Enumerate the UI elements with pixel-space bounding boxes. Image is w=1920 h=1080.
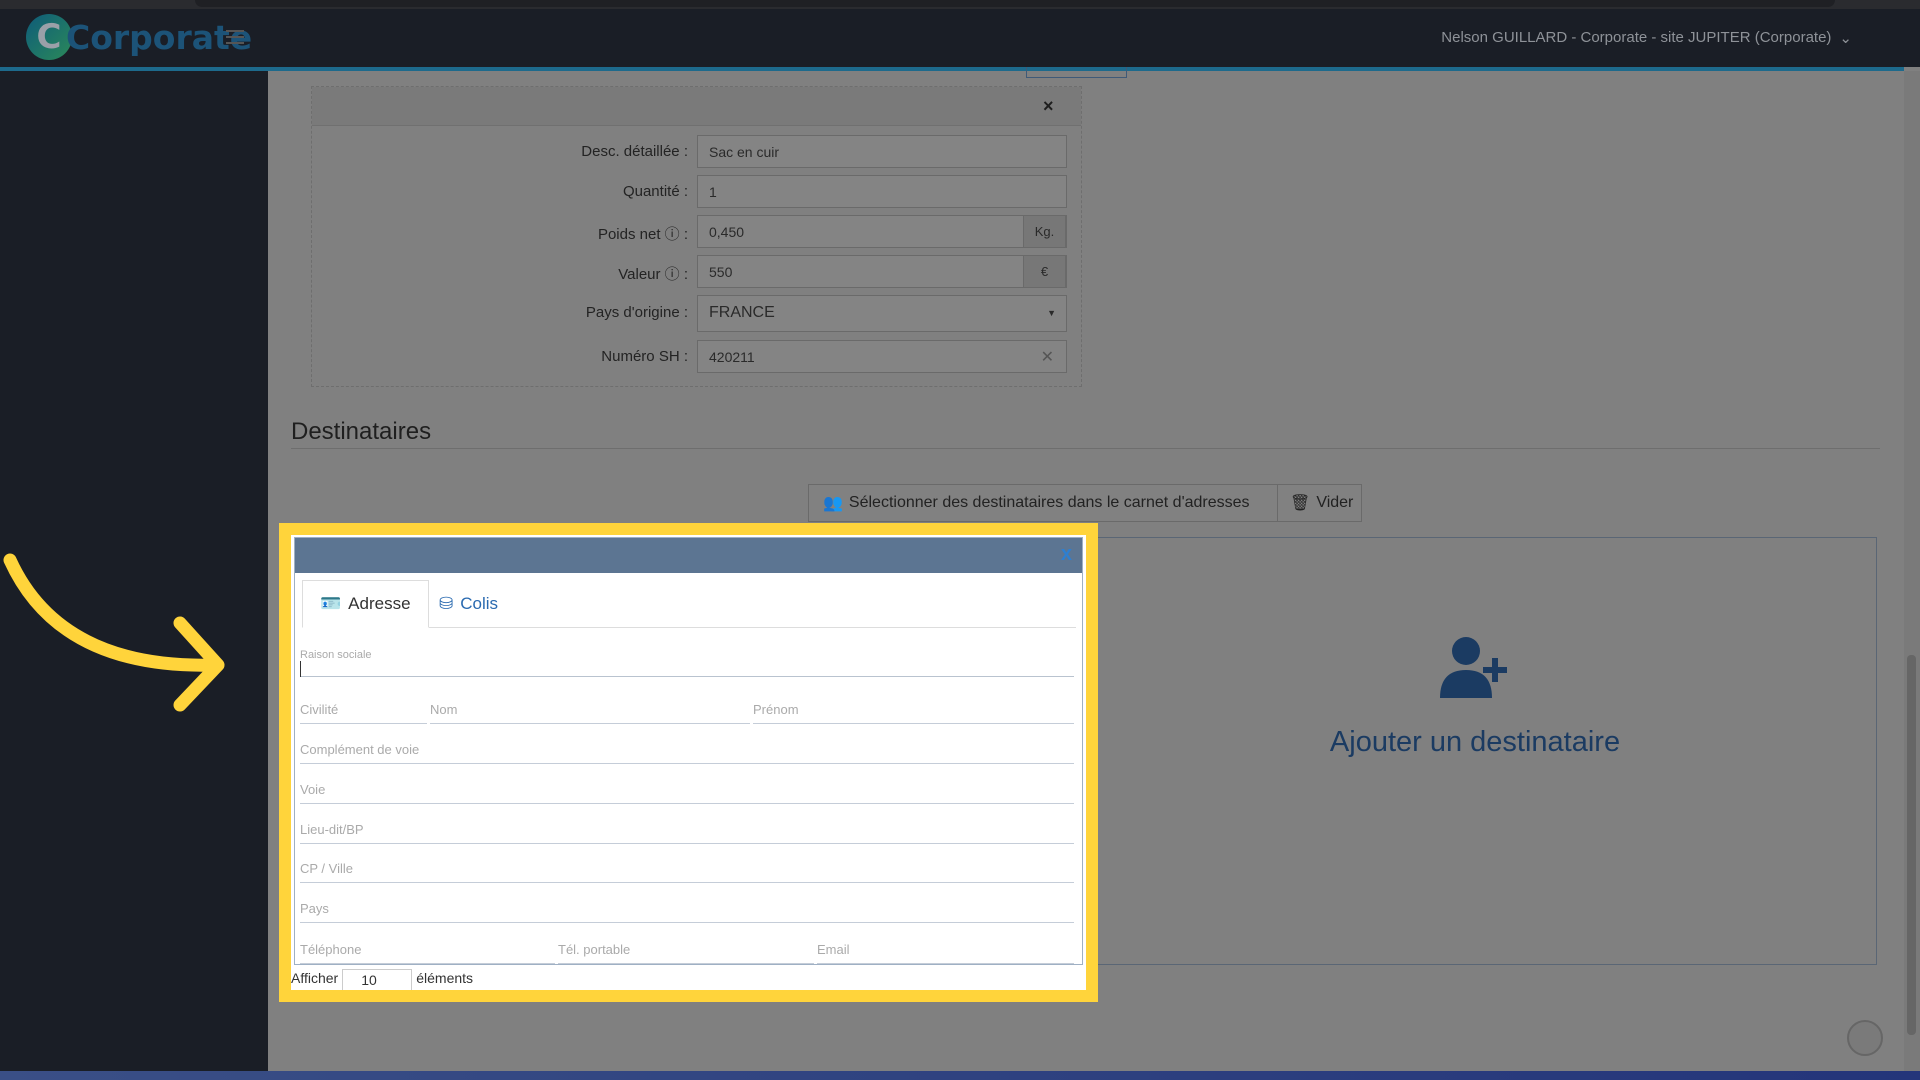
clear-icon[interactable]: ✕: [1041, 347, 1054, 367]
dropdown-caret-icon: ▼: [1047, 308, 1056, 318]
weight-value: 0,450: [709, 224, 745, 240]
top-tab-fragment: [1026, 67, 1127, 78]
page-size-value: 10: [361, 972, 377, 988]
tab-adresse[interactable]: 🪪 Adresse: [302, 580, 429, 628]
quantity-label: Quantité :: [622, 183, 688, 200]
civilite-input[interactable]: Civilité: [300, 702, 427, 724]
modal-tabs: 🪪 Adresse ⛁ Colis: [302, 580, 1076, 628]
hs-code-input[interactable]: 420211 ✕: [697, 340, 1067, 373]
telephone-input[interactable]: Téléphone: [300, 942, 555, 964]
item-panel-header: ×: [312, 87, 1081, 126]
tel-portable-input[interactable]: Tél. portable: [558, 942, 814, 964]
divider: [291, 448, 1880, 449]
highlight-frame: x 🪪 Adresse ⛁ Colis Raison sociale Civilit…: [279, 523, 1098, 1002]
section-title: Destinataires: [291, 418, 432, 445]
close-icon[interactable]: x: [1061, 543, 1072, 566]
add-recipient-link[interactable]: Ajouter un destinataire: [1280, 726, 1670, 759]
item-form-panel: × Desc. détaillée : Sac en cuir Quantité…: [311, 86, 1082, 387]
tab-colis[interactable]: ⛁ Colis: [422, 580, 515, 628]
browser-top-strip: [0, 0, 1920, 9]
modal-header: x: [295, 538, 1082, 573]
address-modal: x 🪪 Adresse ⛁ Colis Raison sociale Civilit…: [294, 537, 1083, 965]
elements-label: éléments: [416, 970, 474, 986]
select-recipients-label: Sélectionner des destinataires dans le c…: [848, 494, 1250, 511]
hs-code-value: 420211: [709, 349, 755, 365]
users-icon: 👥: [823, 495, 843, 512]
complement-input[interactable]: Complément de voie: [300, 742, 1074, 764]
text-cursor: [300, 661, 301, 677]
hs-code-label: Numéro SH :: [601, 348, 688, 365]
raison-sociale-input[interactable]: Raison sociale: [300, 649, 1074, 677]
voie-input[interactable]: Voie: [300, 782, 1074, 804]
user-menu-label: Nelson GUILLARD - Corporate - site JUPIT…: [1441, 29, 1832, 46]
desc-input[interactable]: Sac en cuir: [697, 135, 1067, 168]
logo[interactable]: C Corporate: [26, 14, 252, 60]
tab-adresse-label: Adresse: [348, 594, 411, 613]
cp-ville-input[interactable]: CP / Ville: [300, 861, 1074, 883]
value-label: Valeur ⓘ :: [618, 266, 688, 283]
user-menu[interactable]: Nelson GUILLARD - Corporate - site JUPIT…: [1441, 29, 1852, 47]
clear-label: Vider: [1316, 494, 1354, 511]
quantity-input[interactable]: 1: [697, 175, 1067, 208]
currency-unit: €: [1023, 255, 1066, 288]
origin-label: Pays d'origine :: [585, 304, 688, 321]
yellow-arrow-icon: [3, 553, 225, 712]
cubes-icon: ⛁: [439, 594, 454, 613]
page-size-select[interactable]: 10: [342, 969, 413, 990]
scrollbar-thumb[interactable]: [1907, 655, 1916, 1035]
origin-value: FRANCE: [709, 304, 775, 321]
nom-input[interactable]: Nom: [430, 702, 750, 724]
show-label: Afficher: [291, 970, 339, 986]
tab-colis-label: Colis: [460, 594, 499, 613]
value-input[interactable]: 550 €: [697, 255, 1067, 288]
clear-button[interactable]: 🗑 Vider: [1277, 484, 1362, 522]
pays-input[interactable]: Pays: [300, 901, 1074, 923]
bottom-bar: [0, 1071, 1920, 1080]
hamburger-menu-icon[interactable]: [226, 30, 244, 44]
weight-unit: Kg.: [1023, 215, 1066, 248]
weight-input[interactable]: 0,450 Kg.: [697, 215, 1067, 248]
origin-select[interactable]: FRANCE ▼: [697, 295, 1067, 332]
logo-text: Corporate: [66, 17, 253, 57]
chevron-down-icon: ⌄: [1839, 30, 1852, 47]
raison-sociale-label: Raison sociale: [300, 649, 372, 661]
close-icon[interactable]: ×: [1043, 96, 1054, 117]
select-recipients-button[interactable]: 👥 Sélectionner des destinataires dans le …: [808, 484, 1278, 522]
email-input[interactable]: Email: [817, 942, 1074, 964]
value-value: 550: [709, 264, 733, 280]
desc-label: Desc. détaillée :: [581, 143, 688, 160]
header-accent-line: [0, 67, 1904, 71]
prenom-input[interactable]: Prénom: [753, 702, 1074, 724]
assistant-widget-icon[interactable]: [1847, 1020, 1883, 1056]
address-card-icon: 🪪: [320, 594, 342, 613]
user-plus-icon[interactable]: [1438, 636, 1516, 698]
trash-icon: 🗑: [1290, 495, 1311, 512]
weight-label: Poids net ⓘ :: [597, 226, 688, 243]
page-size-control: Afficher 10 éléments: [291, 969, 473, 990]
lieu-dit-input[interactable]: Lieu-dit/BP: [300, 822, 1074, 844]
